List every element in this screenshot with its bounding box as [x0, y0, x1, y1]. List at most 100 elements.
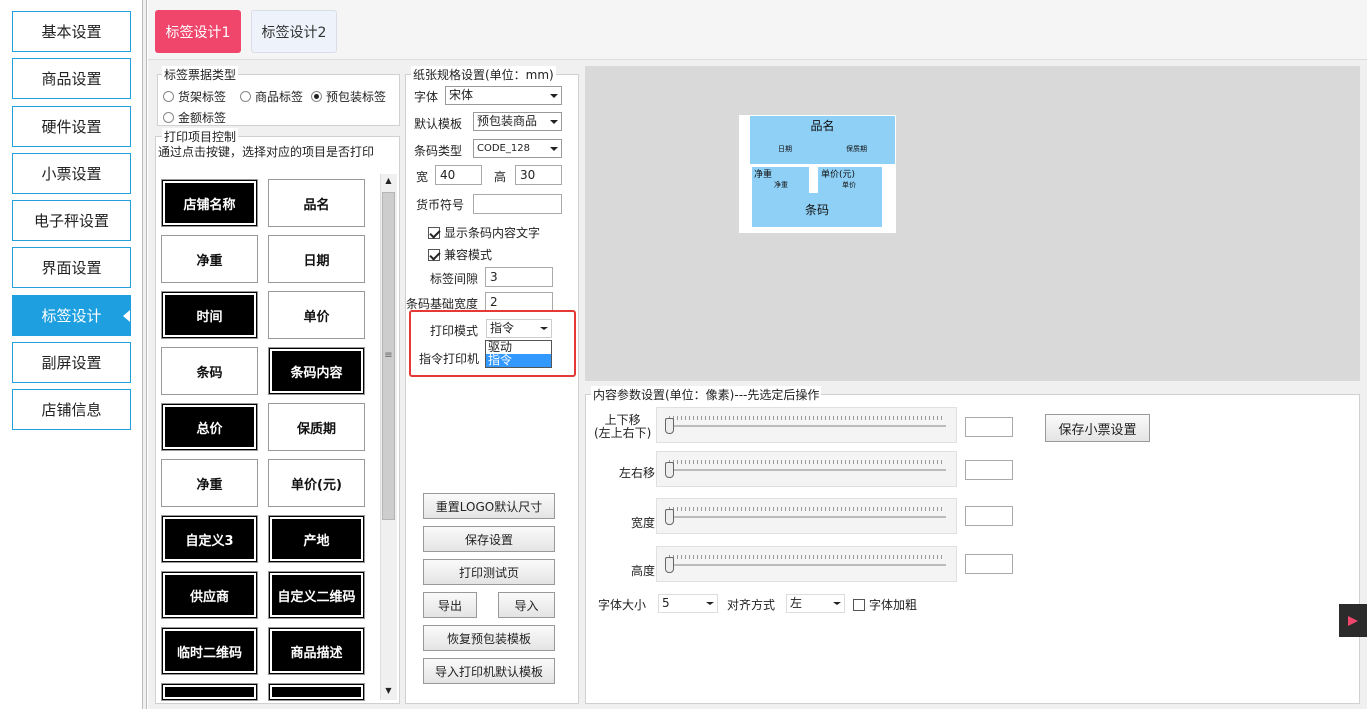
height-slider[interactable] [656, 546, 957, 582]
template-select[interactable]: 预包装商品 [473, 112, 562, 131]
scroll-up-icon[interactable]: ▲ [383, 176, 394, 188]
radio-button[interactable] [163, 112, 174, 123]
height-label: 高 [494, 170, 507, 184]
radio-goods-label[interactable]: 商品标签 [240, 88, 303, 105]
print-item-button[interactable]: 保质期 [268, 403, 365, 451]
font-size-select[interactable]: 5 [658, 594, 718, 613]
radio-prepack-label[interactable]: 预包装标签 [311, 88, 386, 105]
print-item-button[interactable]: 品名 [268, 179, 365, 227]
nav-item-1[interactable]: 商品设置 [12, 58, 131, 99]
print-item-button[interactable]: 临时二维码 [161, 627, 258, 675]
print-mode-select[interactable]: 指令 [486, 319, 552, 338]
up-down-input[interactable] [965, 417, 1013, 437]
checkbox-checked[interactable] [428, 227, 440, 239]
export-button[interactable]: 导出 [423, 592, 477, 618]
radio-amount-label[interactable]: 金额标签 [163, 109, 226, 126]
barcode-width-input[interactable]: 2 [485, 292, 553, 312]
currency-input[interactable] [473, 194, 562, 214]
left-right-input[interactable] [965, 460, 1013, 480]
print-test-page-button[interactable]: 打印测试页 [423, 559, 555, 585]
show-barcode-text-checkbox[interactable]: 显示条码内容文字 [428, 224, 540, 241]
template-select-value: 预包装商品 [477, 114, 538, 128]
nav-item-8[interactable]: 店铺信息 [12, 389, 131, 430]
print-item-button[interactable]: 商品描述 [268, 627, 365, 675]
width-input[interactable]: 40 [435, 165, 482, 185]
checkbox-text: 显示条码内容文字 [444, 226, 541, 240]
height-input[interactable]: 30 [515, 165, 562, 185]
nav-item-0[interactable]: 基本设置 [12, 11, 131, 52]
preview-price-block[interactable]: 单价(元) 单价 [818, 167, 882, 193]
preview-weight-block[interactable]: 净重 净重 [752, 167, 809, 193]
print-item-button[interactable]: 产地 [268, 515, 365, 563]
print-item-button[interactable]: 总价 [161, 403, 258, 451]
checkbox-text: 字体加粗 [869, 598, 918, 612]
print-item-button[interactable]: 条码 [161, 347, 258, 395]
floating-assistant-button[interactable] [1339, 604, 1367, 637]
print-item-button[interactable]: 店铺名称 [161, 179, 258, 227]
radio-button[interactable] [163, 91, 174, 102]
preview-barcode-block[interactable]: 条码 [752, 193, 882, 227]
print-item-button[interactable]: 日期 [268, 235, 365, 283]
restore-template-button[interactable]: 恢复预包装模板 [423, 625, 555, 651]
slider-thumb[interactable] [665, 418, 674, 434]
save-receipt-settings-button[interactable]: 保存小票设置 [1045, 414, 1150, 442]
print-item-button[interactable]: 净重 [161, 235, 258, 283]
nav-item-4[interactable]: 电子秤设置 [12, 200, 131, 241]
checkbox-checked[interactable] [428, 249, 440, 261]
radio-button-selected[interactable] [311, 91, 322, 102]
print-item-button[interactable]: 条码内容 [268, 347, 365, 395]
template-label: 默认模板 [414, 117, 463, 131]
print-item-button[interactable]: 自定义3 [161, 515, 258, 563]
content-params-title: 内容参数设置(单位：像素)---先选定后操作 [591, 386, 822, 403]
preview-name-block[interactable]: 品名 日期 保质期 [750, 116, 895, 164]
nav-item-5[interactable]: 界面设置 [12, 247, 131, 288]
width-slider[interactable] [656, 498, 957, 534]
slider-track [667, 425, 946, 427]
nav-item-6[interactable]: 标签设计 [12, 295, 131, 336]
width-param-input[interactable] [965, 506, 1013, 526]
label-preview-canvas[interactable] [585, 66, 1360, 381]
option-command[interactable]: 指令 [486, 354, 551, 367]
gap-input[interactable]: 3 [485, 267, 553, 287]
preview-weight: 净重 [774, 181, 788, 189]
import-printer-template-button[interactable]: 导入打印机默认模板 [423, 658, 555, 684]
height-param-input[interactable] [965, 554, 1013, 574]
nav-item-2[interactable]: 硬件设置 [12, 106, 131, 147]
radio-button[interactable] [240, 91, 251, 102]
print-item-button[interactable]: 时间 [161, 291, 258, 339]
gap-label: 标签间隙 [430, 272, 479, 286]
import-button[interactable]: 导入 [498, 592, 555, 618]
nav-item-3[interactable]: 小票设置 [12, 153, 131, 194]
align-select[interactable]: 左 [786, 594, 845, 613]
tab-label-design-2[interactable]: 标签设计2 [251, 10, 337, 53]
print-item-button[interactable]: 净重 [161, 459, 258, 507]
font-select[interactable]: 宋体 [445, 86, 562, 105]
sidebar-splitter [143, 0, 147, 709]
print-item-button[interactable]: 供应商 [161, 571, 258, 619]
save-settings-button[interactable]: 保存设置 [423, 526, 555, 552]
scroll-down-icon[interactable]: ▼ [383, 686, 394, 698]
print-item-button-partial[interactable] [161, 683, 258, 701]
nav-item-7[interactable]: 副屏设置 [12, 342, 131, 383]
tab-label-design-1[interactable]: 标签设计1 [155, 10, 241, 53]
checkbox-unchecked[interactable] [853, 599, 865, 611]
print-item-button-partial[interactable] [268, 683, 365, 701]
slider-thumb[interactable] [665, 462, 674, 478]
print-item-button[interactable]: 单价(元) [268, 459, 365, 507]
print-item-button[interactable]: 自定义二维码 [268, 571, 365, 619]
reset-logo-button[interactable]: 重置LOGO默认尺寸 [423, 493, 555, 519]
print-items-hint: 通过点击按键，选择对应的项目是否打印 [158, 145, 375, 159]
left-right-slider[interactable] [656, 451, 957, 487]
settings-sidebar: 基本设置商品设置硬件设置小票设置电子秤设置界面设置标签设计副屏设置店铺信息 [0, 0, 143, 709]
bold-checkbox[interactable]: 字体加粗 [853, 596, 917, 613]
barcode-type-select[interactable]: CODE_128 [473, 139, 562, 158]
radio-text: 预包装标签 [326, 90, 387, 104]
slider-thumb[interactable] [665, 557, 674, 573]
radio-shelf-label[interactable]: 货架标签 [163, 88, 226, 105]
up-down-slider[interactable] [656, 407, 957, 443]
barcode-type-value: CODE_128 [477, 143, 530, 154]
print-item-button[interactable]: 单价 [268, 291, 365, 339]
chevron-down-icon [550, 147, 558, 151]
compat-mode-checkbox[interactable]: 兼容模式 [428, 246, 492, 263]
slider-thumb[interactable] [665, 509, 674, 525]
